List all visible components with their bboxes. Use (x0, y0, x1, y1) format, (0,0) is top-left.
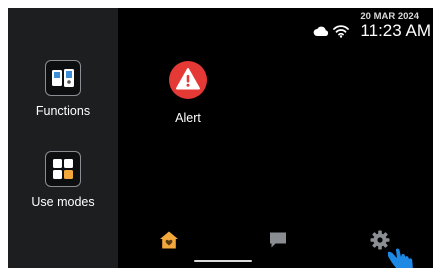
home-screen: Functions Use modes 20 MAR 2024 11:23 AM (8, 8, 433, 268)
sidebar-item-functions[interactable]: Functions (8, 60, 118, 118)
sidebar-item-use-modes[interactable]: Use modes (8, 151, 118, 209)
alert-triangle-icon (169, 61, 207, 99)
status-time: 11:23 AM (360, 21, 431, 40)
intercom-functions-icon (45, 60, 81, 96)
sidebar: Functions Use modes (8, 8, 118, 268)
sidebar-item-label: Functions (35, 104, 91, 118)
app-alert-label: Alert (175, 111, 201, 125)
status-bar: 20 MAR 2024 11:23 AM (348, 11, 433, 41)
app-alert[interactable]: Alert (166, 60, 210, 125)
wifi-icon (333, 25, 349, 38)
chat-icon[interactable] (268, 230, 288, 250)
tap-hand-cursor-icon (388, 248, 413, 268)
cloud-icon (313, 26, 329, 36)
sidebar-item-label: Use modes (31, 195, 95, 209)
home-icon[interactable] (159, 230, 179, 250)
grid-modes-icon (45, 151, 81, 187)
home-indicator[interactable] (194, 260, 252, 262)
